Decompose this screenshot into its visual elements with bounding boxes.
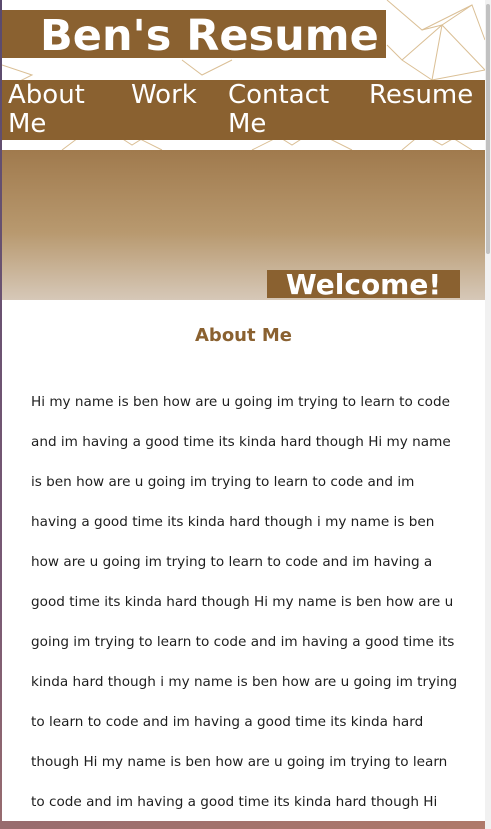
- title-banner: Ben's Resume: [2, 10, 386, 61]
- welcome-heading: Welcome!: [267, 270, 460, 300]
- nav-item-work[interactable]: Work: [131, 81, 197, 110]
- nav-item-contact-me[interactable]: Contact Me: [228, 81, 343, 139]
- nav-item-about-me[interactable]: About Me: [8, 81, 103, 139]
- scrollbar-thumb[interactable]: [486, 4, 490, 254]
- nav-bar: About Me Work Contact Me Resume: [2, 80, 485, 140]
- about-paragraph: Hi my name is ben how are u going im try…: [31, 394, 458, 810]
- page: Ben's Resume About Me Work Contact Me Re…: [2, 0, 485, 821]
- nav-item-resume[interactable]: Resume: [369, 81, 473, 110]
- site-title: Ben's Resume: [40, 11, 379, 61]
- page-scrollbar[interactable]: [485, 0, 491, 829]
- hero-banner: Welcome!: [2, 150, 485, 300]
- site-header: Ben's Resume About Me Work Contact Me Re…: [2, 0, 485, 150]
- about-heading: About Me: [195, 325, 292, 346]
